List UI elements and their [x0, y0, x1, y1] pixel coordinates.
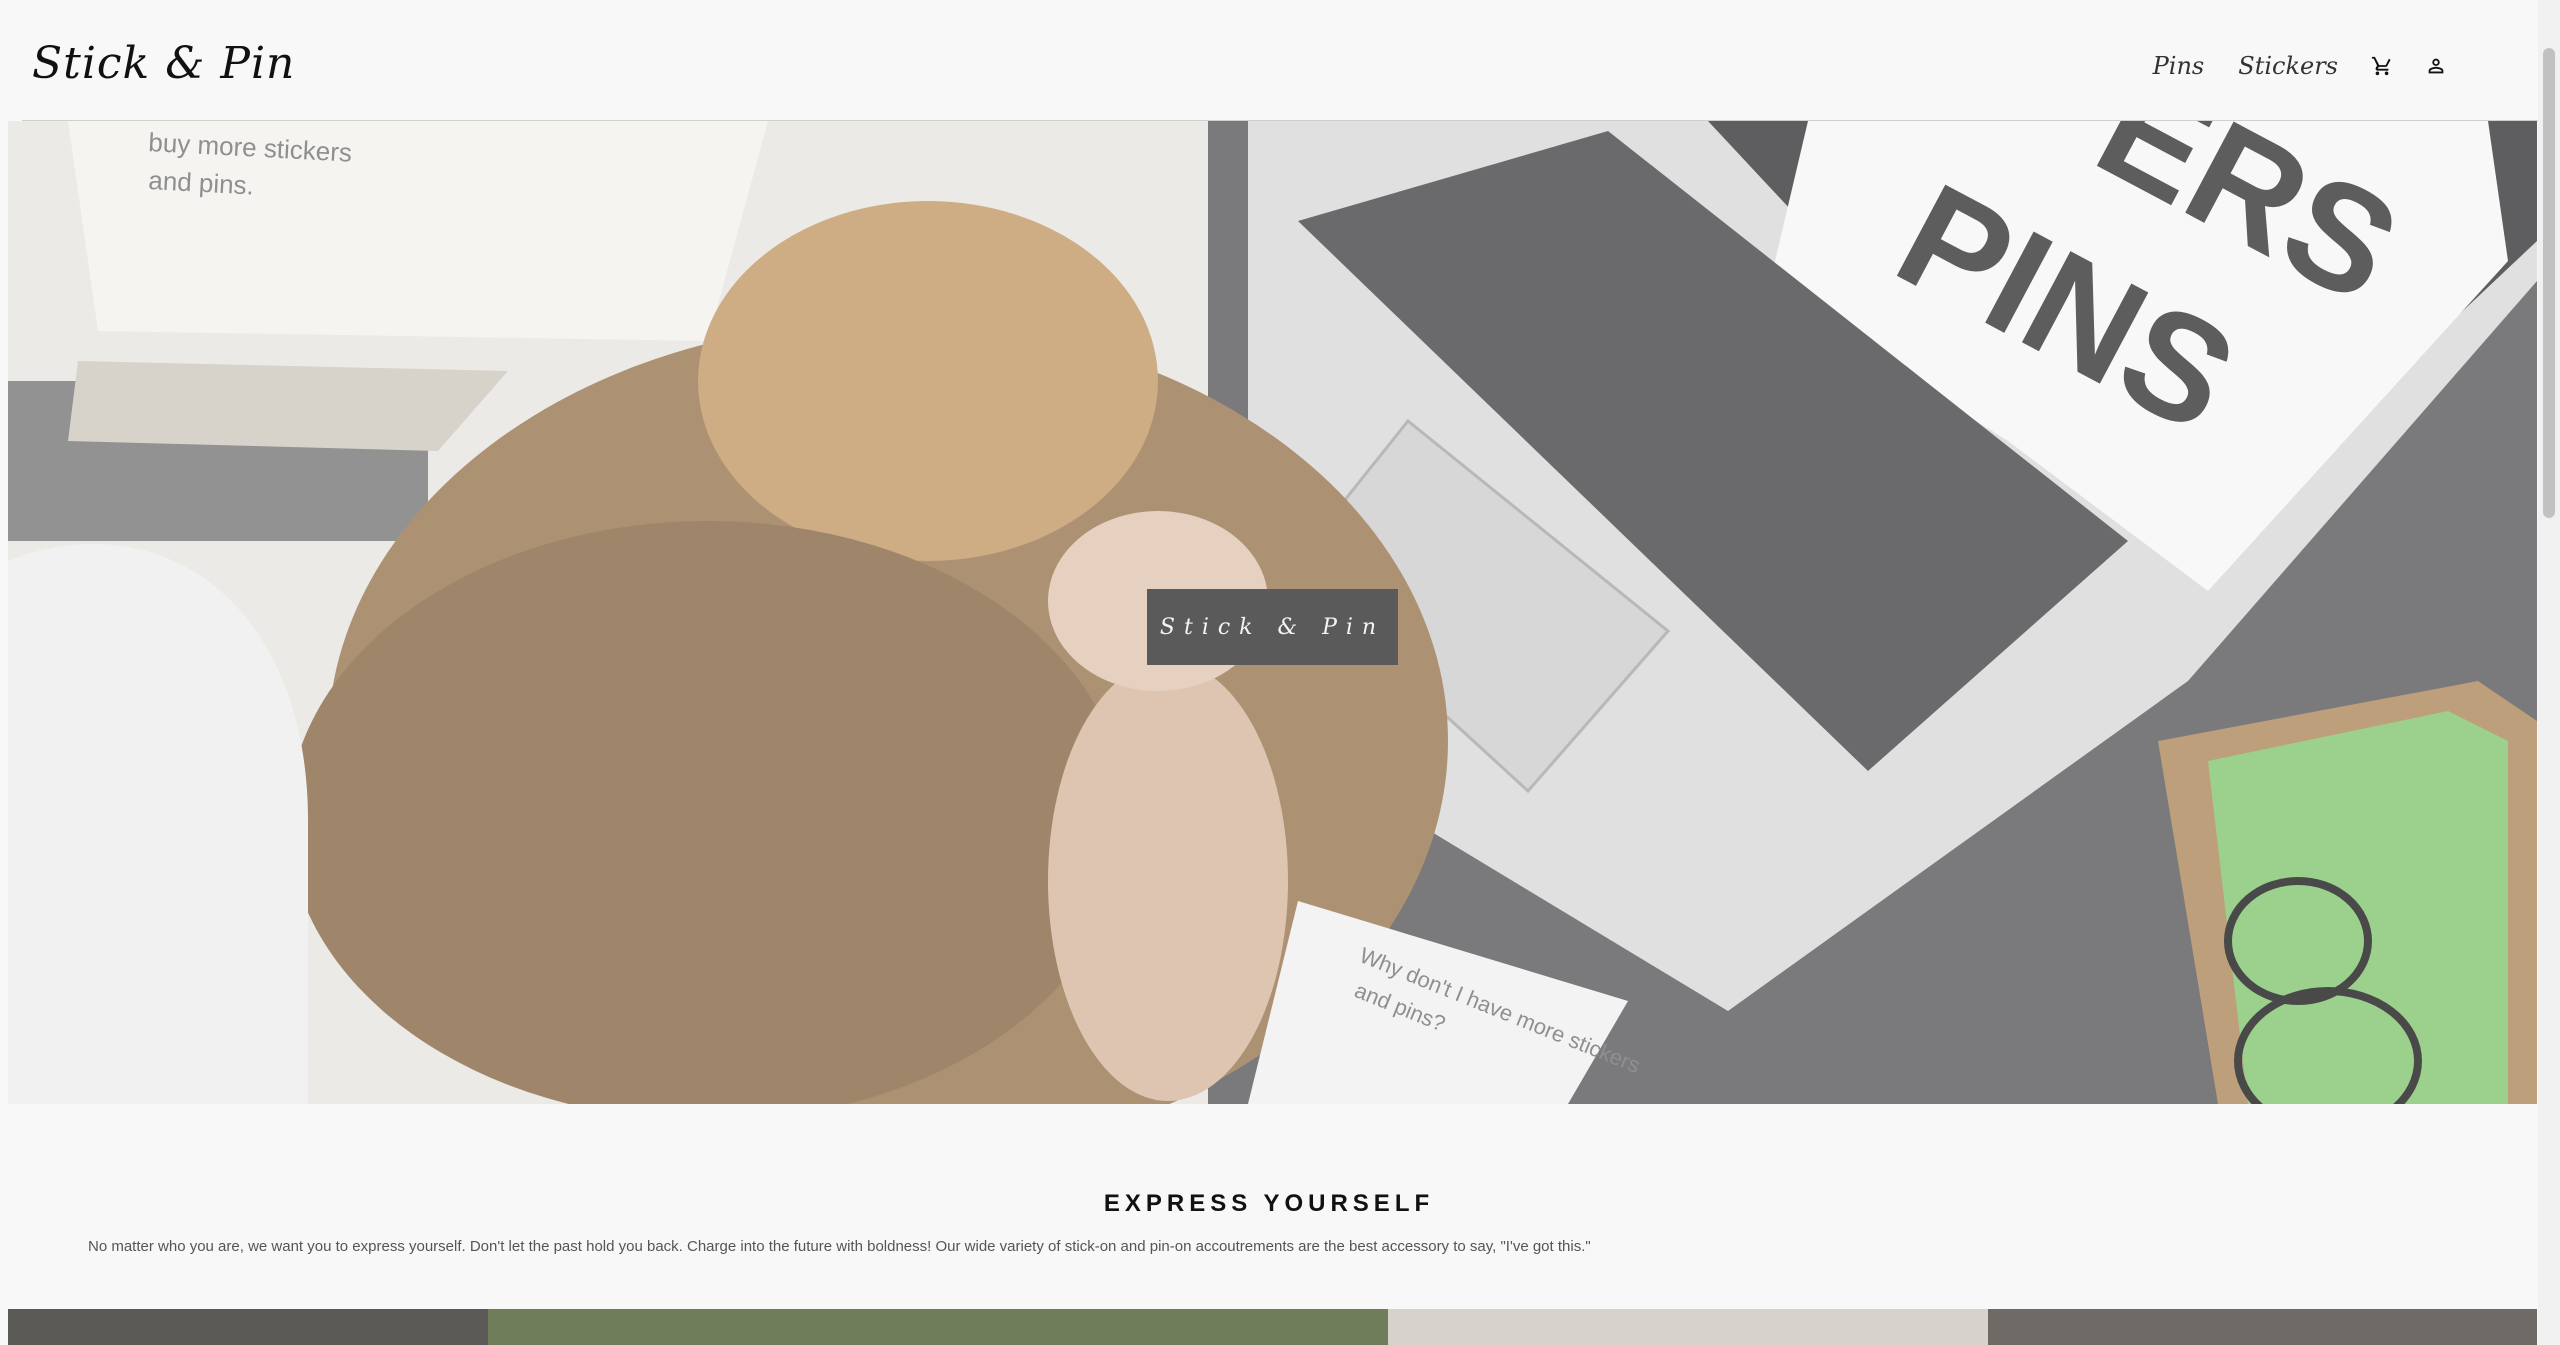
nav-link-pins[interactable]: Pins — [2149, 48, 2209, 84]
cart-icon[interactable] — [2368, 52, 2396, 80]
site-header: Stick & Pin Pins Stickers — [0, 0, 2560, 121]
main-nav: Pins Stickers — [2149, 48, 2450, 84]
hero-badge: Stick & Pin — [1147, 589, 1398, 665]
page-scrollbar[interactable] — [2538, 0, 2560, 1345]
next-section-image-graphic — [8, 1309, 2537, 1345]
hero-badge-text: Stick & Pin — [1159, 614, 1386, 640]
site-logo[interactable]: Stick & Pin — [32, 38, 295, 89]
header-divider — [22, 120, 2538, 121]
section-body: No matter who you are, we want you to ex… — [88, 1238, 1591, 1255]
account-icon[interactable] — [2422, 52, 2450, 80]
scrollbar-thumb[interactable] — [2543, 48, 2555, 518]
next-section-image — [8, 1309, 2537, 1345]
section-title: EXPRESS YOURSELF — [1103, 1189, 1435, 1217]
nav-link-stickers[interactable]: Stickers — [2234, 48, 2342, 84]
hero-banner: buy more stickers and pins. PINS ERS Why… — [8, 121, 2537, 1104]
